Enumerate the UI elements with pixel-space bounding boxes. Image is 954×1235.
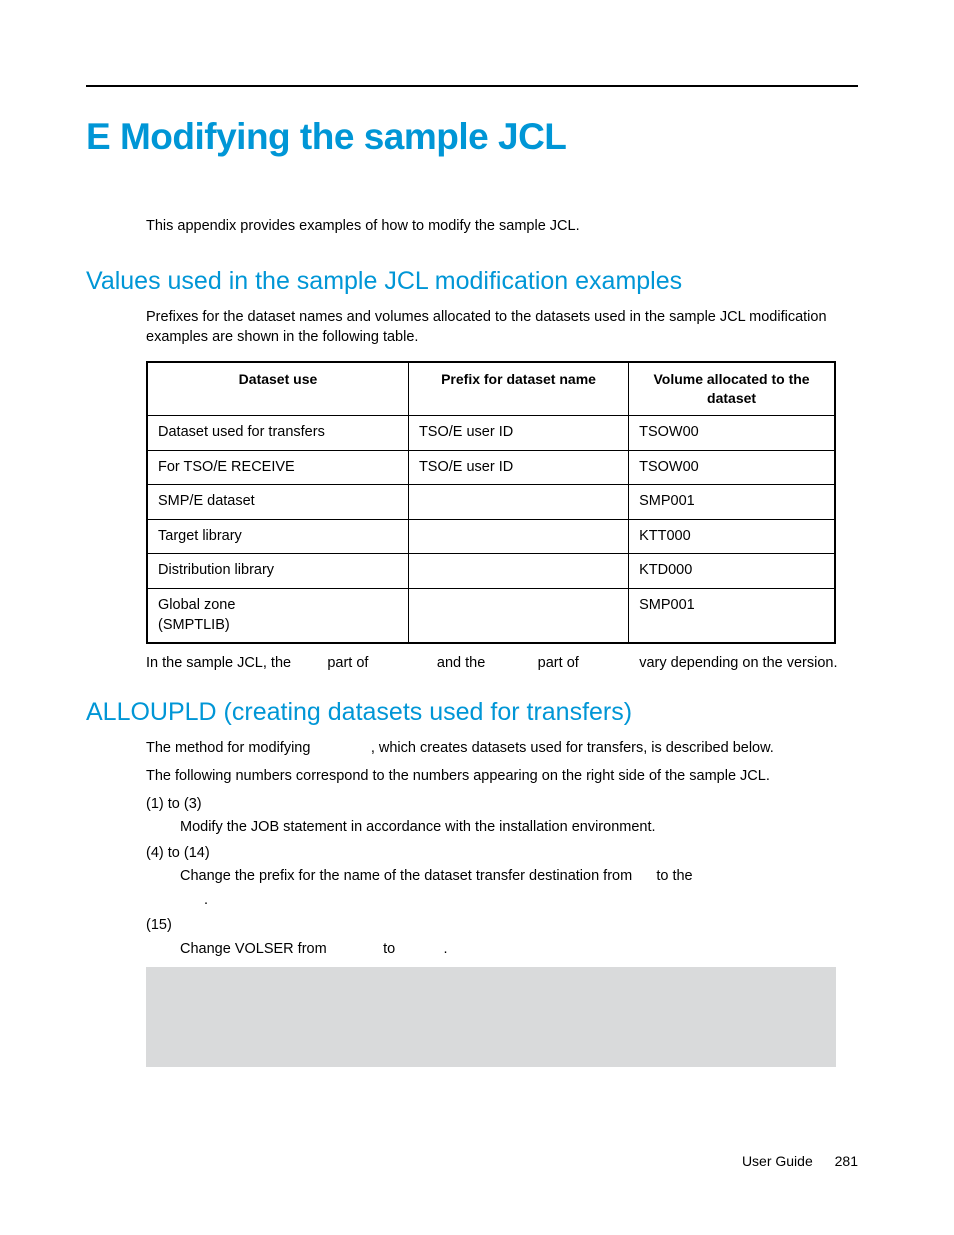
table-row: Global zone (SMPTLIB) SMP001 [147, 588, 835, 643]
alloupld-paragraph-2: The following numbers correspond to the … [146, 767, 858, 787]
table-row: SMP/E dataset SMP001 [147, 485, 835, 520]
table-cell: KTT000 [629, 519, 835, 554]
table-cell: Global zone (SMPTLIB) [147, 588, 408, 643]
note-after-table: In the sample JCL, the part of and the p… [146, 654, 858, 674]
table-row: For TSO/E RECEIVETSO/E user IDTSOW00 [147, 450, 835, 485]
table-row: Distribution library KTD000 [147, 554, 835, 589]
table-cell: SMP001 [629, 485, 835, 520]
table-header-row: Dataset use Prefix for dataset name Volu… [147, 362, 835, 415]
table-header: Volume allocated to the dataset [629, 362, 835, 415]
table-row: Dataset used for transfersTSO/E user IDT… [147, 416, 835, 451]
list-item-desc: Change VOLSER from to . [180, 940, 858, 960]
table-cell [408, 554, 628, 589]
table-cell: SMP001 [629, 588, 835, 643]
code-block [146, 967, 836, 1067]
section-values-paragraph: Prefixes for the dataset names and volum… [146, 308, 858, 347]
values-table: Dataset use Prefix for dataset name Volu… [146, 361, 836, 644]
list-item-number: (1) to (3) [146, 795, 858, 815]
table-cell: TSO/E user ID [408, 416, 628, 451]
page-footer: User Guide 281 [742, 1152, 858, 1171]
table-cell [408, 588, 628, 643]
top-rule [86, 85, 858, 87]
footer-label: User Guide [742, 1153, 813, 1169]
section-alloupld-heading: ALLOUPLD (creating datasets used for tra… [86, 696, 858, 730]
table-cell: Distribution library [147, 554, 408, 589]
list-item-number: (4) to (14) [146, 844, 858, 864]
table-header: Prefix for dataset name [408, 362, 628, 415]
table-cell: TSO/E user ID [408, 450, 628, 485]
table-cell [408, 485, 628, 520]
table-row: Target library KTT000 [147, 519, 835, 554]
section-values-heading: Values used in the sample JCL modificati… [86, 265, 858, 299]
list-item-desc: Change the prefix for the name of the da… [180, 867, 858, 887]
list-item-number: (15) [146, 916, 858, 936]
table-cell: Target library [147, 519, 408, 554]
table-cell: TSOW00 [629, 450, 835, 485]
table-cell: KTD000 [629, 554, 835, 589]
footer-page-number: 281 [835, 1153, 858, 1169]
numbered-list: (1) to (3) Modify the JOB statement in ac… [146, 795, 858, 960]
table-cell: Dataset used for transfers [147, 416, 408, 451]
list-item-desc-cont: . [204, 891, 858, 911]
alloupld-paragraph-1: The method for modifying , which creates… [146, 739, 858, 759]
table-header: Dataset use [147, 362, 408, 415]
table-cell [408, 519, 628, 554]
list-item-desc: Modify the JOB statement in accordance w… [180, 818, 858, 838]
page-title-h1: E Modifying the sample JCL [86, 112, 858, 162]
table-cell: For TSO/E RECEIVE [147, 450, 408, 485]
intro-paragraph: This appendix provides examples of how t… [146, 217, 858, 237]
table-cell: TSOW00 [629, 416, 835, 451]
table-cell: SMP/E dataset [147, 485, 408, 520]
